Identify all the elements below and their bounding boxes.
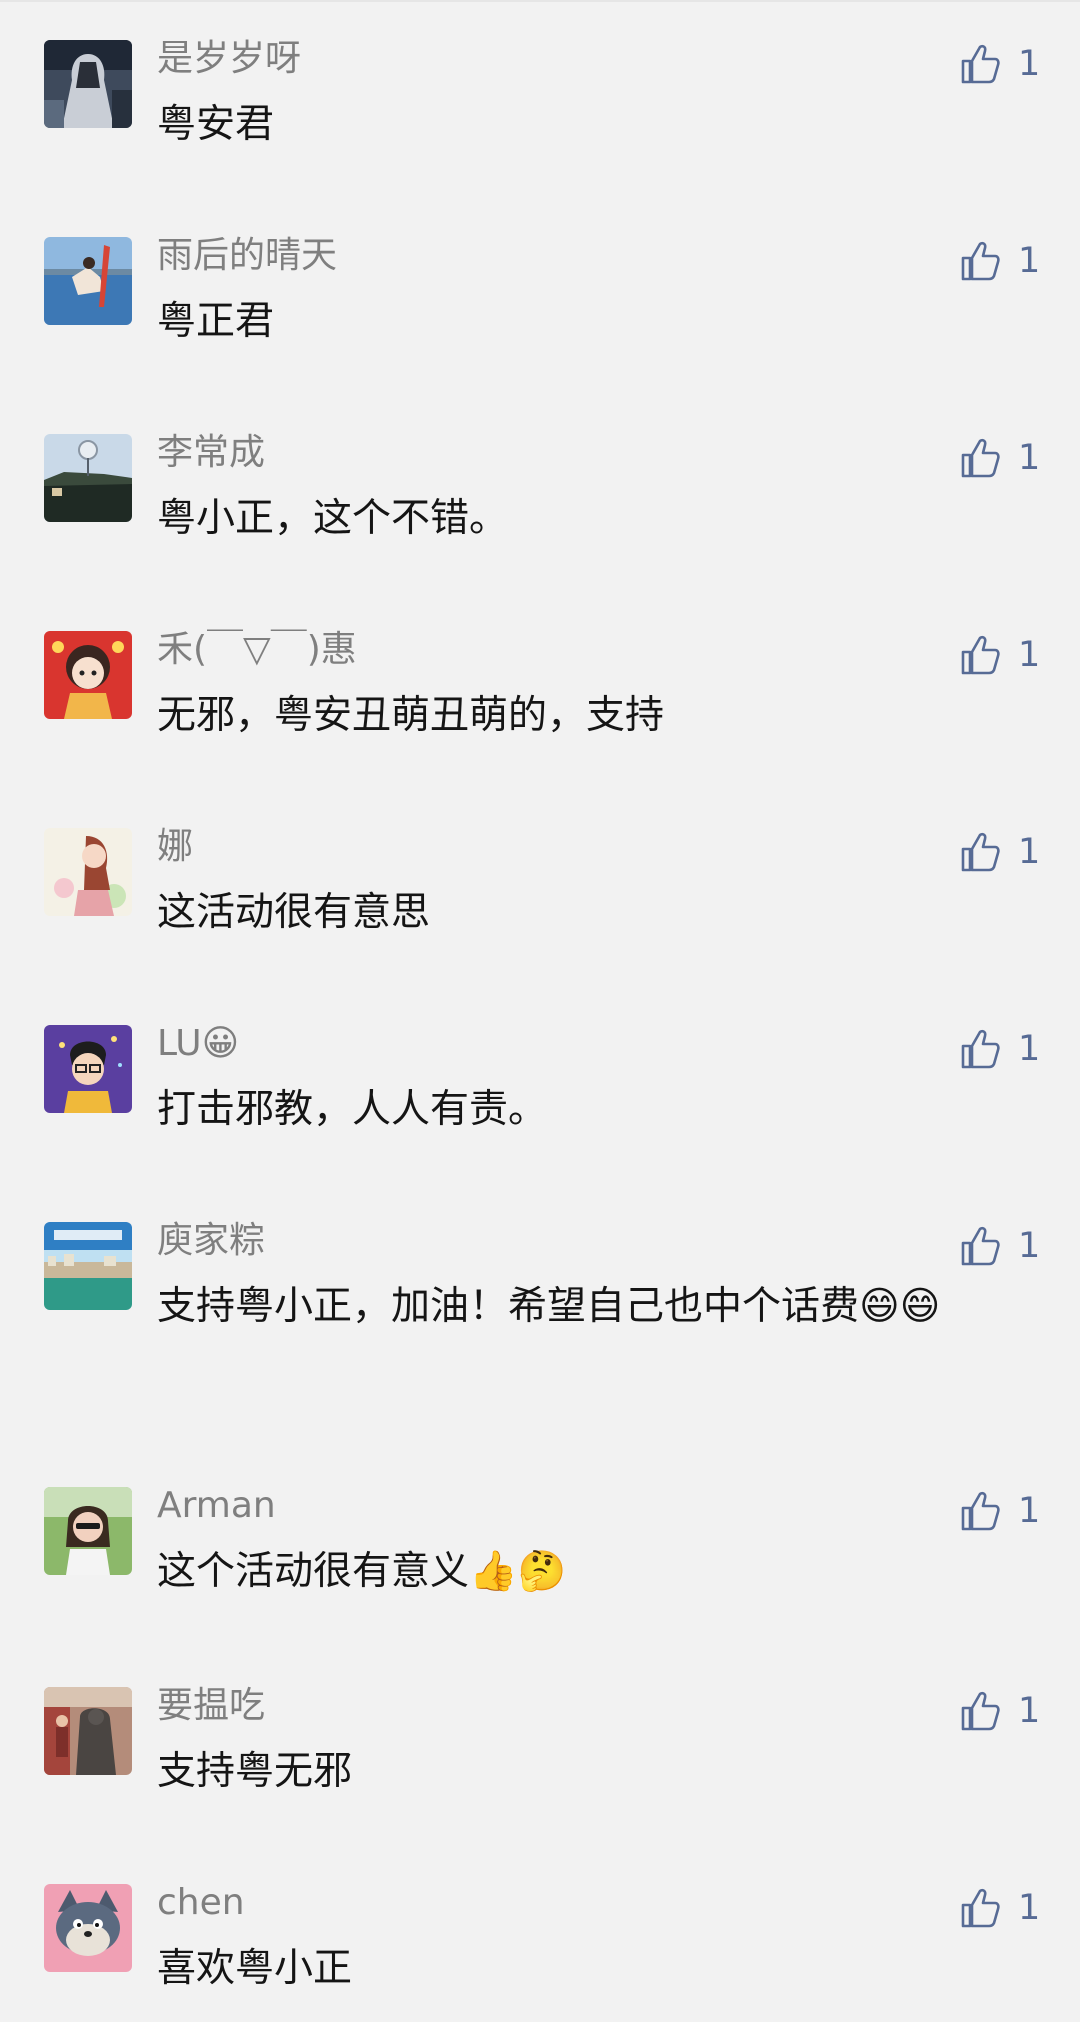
nickname[interactable]: 要揾吃 [157,1681,265,1731]
thumbs-up-icon [961,438,1000,478]
like-count: 1 [1018,44,1041,84]
thumbs-up-icon [961,1888,1000,1928]
like-button[interactable]: 1 [958,434,1040,482]
nickname[interactable]: 禾(￣▽￣)惠 [157,625,357,675]
avatar[interactable] [44,434,132,522]
like-button[interactable]: 1 [958,1487,1040,1535]
avatar[interactable] [44,631,132,719]
avatar[interactable] [44,1487,132,1575]
comment-text: 这活动很有意思 [157,890,431,935]
comment-text: 打击邪教，人人有责。 [157,1087,548,1132]
thumbs-up-icon [961,1691,1000,1731]
like-button[interactable]: 1 [958,1687,1040,1735]
thumbs-up-icon [961,635,1000,675]
avatar[interactable] [44,1222,132,1310]
nickname[interactable]: Arman [157,1481,276,1531]
like-count: 1 [1018,1029,1041,1069]
comment-text: 粤安君 [157,102,275,147]
like-button[interactable]: 1 [958,40,1040,88]
like-button[interactable]: 1 [958,1222,1040,1270]
thumbs-up-icon [961,1029,1000,1069]
like-count: 1 [1018,832,1041,872]
avatar[interactable] [44,1025,132,1113]
comment-text: 支持粤无邪 [157,1749,353,1794]
comment-text: 这个活动很有意义👍🤔 [157,1549,567,1594]
comment-text: 粤正君 [157,299,275,344]
thumbs-up-icon [961,241,1000,281]
nickname[interactable]: chen [157,1878,245,1928]
avatar[interactable] [44,1884,132,1972]
like-count: 1 [1018,1691,1041,1731]
like-count: 1 [1018,241,1041,281]
thumbs-up-icon [961,1226,1000,1266]
avatar[interactable] [44,1687,132,1775]
like-count: 1 [1018,1226,1041,1266]
comment-text: 支持粤小正，加油！希望自己也中个话费😄😄 [157,1284,941,1329]
like-count: 1 [1018,1888,1041,1928]
thumbs-up-icon [961,1491,1000,1531]
avatar[interactable] [44,828,132,916]
like-count: 1 [1018,635,1041,675]
like-count: 1 [1018,438,1041,478]
like-count: 1 [1018,1491,1041,1531]
avatar[interactable] [44,40,132,128]
like-button[interactable]: 1 [958,237,1040,285]
nickname[interactable]: 雨后的晴天 [157,231,337,281]
comment-text: 粤小正，这个不错。 [157,496,509,541]
comment-text: 喜欢粤小正 [157,1946,353,1991]
thumbs-up-icon [961,44,1000,84]
avatar[interactable] [44,237,132,325]
nickname[interactable]: 李常成 [157,428,265,478]
nickname[interactable]: LU😀 [157,1019,239,1069]
like-button[interactable]: 1 [958,828,1040,876]
nickname[interactable]: 娜 [157,822,193,872]
nickname[interactable]: 是岁岁呀 [157,34,301,84]
top-divider [0,0,1080,2]
nickname[interactable]: 庾家粽 [157,1216,265,1266]
like-button[interactable]: 1 [958,631,1040,679]
thumbs-up-icon [961,832,1000,872]
comment-text: 无邪，粤安丑萌丑萌的，支持 [157,693,665,738]
like-button[interactable]: 1 [958,1884,1040,1932]
like-button[interactable]: 1 [958,1025,1040,1073]
